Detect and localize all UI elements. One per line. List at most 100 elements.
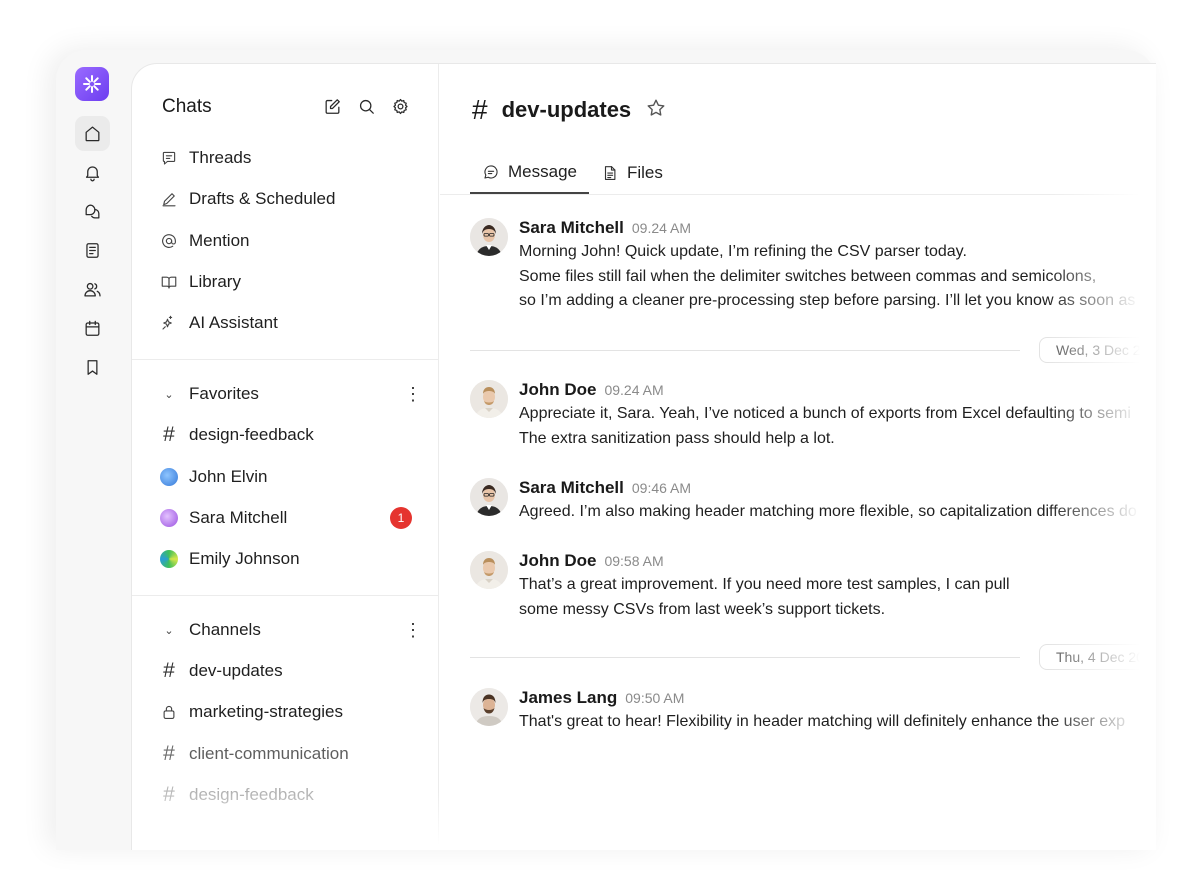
settings-button[interactable]	[390, 96, 410, 116]
favorites-header[interactable]: ⌄ Favorites ⋮	[159, 381, 422, 407]
message-icon	[484, 165, 498, 179]
message-header: James Lang 09:50 AM	[519, 688, 1156, 710]
channel-label: marketing-strategies	[189, 702, 344, 721]
favorite-emily-johnson[interactable]: Emily Johnson	[159, 546, 300, 572]
tab-files-label: Files	[626, 163, 663, 182]
calendar-icon	[85, 320, 100, 336]
channels-more-icon[interactable]: ⋮	[404, 621, 422, 639]
search-icon	[359, 99, 374, 114]
favorite-label: design-feedback	[189, 425, 314, 444]
chevron-down-icon: ⌄	[164, 624, 174, 637]
message-author[interactable]: James Lang	[519, 688, 617, 708]
message-header: John Doe 09:58 AM	[519, 551, 1156, 573]
app-window: Chats Threads Drafts & Scheduled Mention…	[56, 50, 1156, 850]
channel-view: # dev-updates Message Files Sara Mitchel…	[440, 64, 1156, 850]
tab-files[interactable]: Files	[589, 152, 675, 194]
message-body: Sara Mitchell 09:46 AM Agreed. I’m also …	[519, 478, 1156, 525]
message-time: 09.24 AM	[631, 220, 692, 236]
message-time: 09.24 AM	[604, 382, 664, 398]
avatar[interactable]	[470, 380, 508, 418]
avatar[interactable]	[470, 551, 508, 589]
home-icon	[85, 126, 100, 142]
message-header: Sara Mitchell 09.24 AM	[519, 218, 1156, 240]
unread-badge: 1	[390, 507, 412, 529]
rail-home[interactable]	[75, 116, 110, 151]
separator-line	[470, 657, 1020, 658]
tab-message[interactable]: Message	[470, 152, 589, 194]
icon-rail	[56, 50, 132, 850]
message-text: That’s a great improvement. If you need …	[519, 576, 1010, 593]
favorite-design-feedback[interactable]: # design-feedback	[159, 422, 314, 448]
nav-ai-assistant[interactable]: AI Assistant	[159, 310, 278, 336]
rail-documents[interactable]	[75, 233, 110, 268]
rail-bookmarks[interactable]	[75, 350, 110, 385]
people-icon	[84, 282, 101, 297]
favorite-label: Emily Johnson	[189, 549, 300, 568]
logo-icon	[83, 75, 101, 93]
avatar	[160, 550, 178, 568]
message-time: 09:46 AM	[631, 480, 692, 496]
gear-icon	[392, 98, 408, 114]
message-text: Morning John! Quick update, I’m refining…	[519, 243, 967, 260]
separator-line	[470, 350, 1020, 351]
search-button[interactable]	[356, 96, 376, 116]
rail-people[interactable]	[75, 272, 110, 307]
message-author[interactable]: Sara Mitchell	[519, 218, 624, 238]
message-author[interactable]: John Doe	[519, 380, 596, 400]
tabs-divider	[440, 194, 1156, 195]
channel-client-communication[interactable]: # client-communication	[159, 741, 349, 767]
nav-library[interactable]: Library	[159, 269, 241, 295]
channel-tabs: Message Files	[470, 152, 675, 194]
compose-button[interactable]	[322, 96, 342, 116]
nav-threads[interactable]: Threads	[159, 145, 251, 171]
rail-chats[interactable]	[75, 194, 110, 229]
chat-bubbles-icon	[85, 204, 100, 219]
message-author[interactable]: John Doe	[519, 551, 596, 571]
favorites-label: Favorites	[189, 384, 259, 403]
nav-mention[interactable]: Mention	[159, 228, 249, 254]
nav-drafts[interactable]: Drafts & Scheduled	[159, 186, 335, 212]
star-icon	[647, 99, 665, 116]
message-text: Some files still fail when the delimiter…	[519, 267, 1097, 285]
avatar[interactable]	[470, 478, 508, 516]
hash-icon: #	[163, 423, 175, 446]
rail-notifications[interactable]	[75, 155, 110, 190]
file-icon	[604, 166, 616, 180]
avatar-dot	[159, 467, 179, 487]
message-body: James Lang 09:50 AM That's great to hear…	[519, 688, 1156, 735]
nav-library-label: Library	[189, 272, 241, 291]
star-button[interactable]	[645, 97, 667, 124]
tab-message-label: Message	[508, 162, 577, 181]
channel-label: client-communication	[189, 744, 349, 763]
chevron-down-icon: ⌄	[164, 388, 174, 401]
date-pill: Thu, 4 Dec 2025	[1039, 644, 1156, 670]
avatar[interactable]	[470, 688, 508, 726]
favorites-more-icon[interactable]: ⋮	[404, 385, 422, 403]
date-pill: Wed, 3 Dec 2025	[1039, 337, 1156, 363]
lock-icon	[159, 702, 179, 722]
channel-label: dev-updates	[189, 661, 283, 680]
date-separator: Wed, 3 Dec 2025	[470, 337, 1156, 363]
sidebar-divider	[132, 595, 439, 596]
channel-dev-updates[interactable]: # dev-updates	[159, 658, 283, 684]
message-body: John Doe 09.24 AM Appreciate it, Sara. Y…	[519, 380, 1156, 451]
sparkle-icon	[159, 313, 179, 333]
channel-marketing-strategies[interactable]: marketing-strategies	[159, 699, 343, 725]
favorite-john-elvin[interactable]: John Elvin	[159, 464, 267, 490]
channels-header[interactable]: ⌄ Channels ⋮	[159, 617, 422, 643]
channel-header: # dev-updates	[472, 94, 667, 126]
message-text: Appreciate it, Sara. Yeah, I’ve noticed …	[519, 405, 1131, 422]
book-icon	[159, 272, 179, 292]
app-logo[interactable]	[75, 67, 109, 101]
nav-ai-assistant-label: AI Assistant	[189, 313, 278, 332]
avatar[interactable]	[470, 218, 508, 256]
compose-icon	[325, 98, 340, 114]
content-panel: Chats Threads Drafts & Scheduled Mention…	[131, 63, 1156, 850]
message-text: so I’m adding a cleaner pre-processing s…	[519, 292, 1136, 309]
message-time: 09:58 AM	[604, 553, 664, 569]
document-icon	[86, 243, 99, 258]
message-author[interactable]: Sara Mitchell	[519, 478, 624, 498]
rail-calendar[interactable]	[75, 311, 110, 346]
favorite-label: John Elvin	[189, 467, 268, 486]
favorite-sara-mitchell[interactable]: Sara Mitchell	[159, 505, 287, 531]
